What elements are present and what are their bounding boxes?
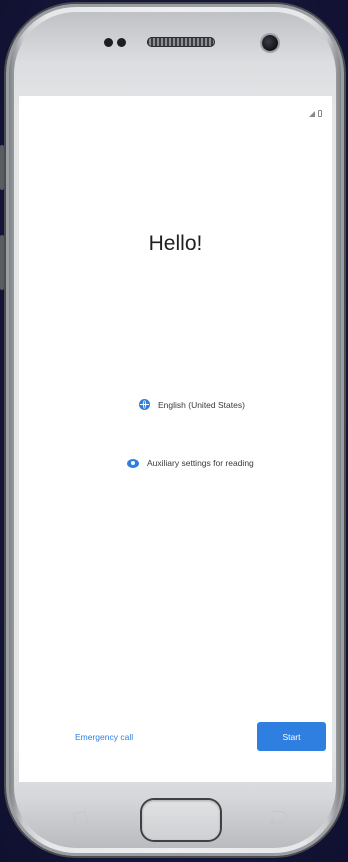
earpiece-speaker [147,37,215,47]
language-selector[interactable]: English (United States) [139,399,245,410]
front-camera [262,35,278,51]
battery-icon [318,110,322,117]
light-sensor [117,38,126,47]
accessibility-settings[interactable]: Auxiliary settings for reading [127,458,254,468]
welcome-title: Hello! [148,232,203,255]
status-bar [309,110,322,117]
emergency-call-link[interactable]: Emergency call [75,732,133,742]
back-key-icon[interactable] [269,811,287,825]
volume-up-key[interactable] [0,145,4,190]
backdrop: Hello! English (United States) Auxiliary… [0,0,348,862]
accessibility-label: Auxiliary settings for reading [147,458,254,468]
phone-screen: Hello! English (United States) Auxiliary… [19,96,332,782]
home-button[interactable] [142,800,220,840]
eye-icon [127,458,139,468]
recents-key-icon[interactable] [72,810,89,827]
proximity-sensor [104,38,113,47]
volume-down-key[interactable] [0,235,4,290]
signal-icon [309,110,315,117]
start-button[interactable]: Start [257,722,326,751]
globe-icon [139,399,150,410]
language-label: English (United States) [158,399,245,410]
